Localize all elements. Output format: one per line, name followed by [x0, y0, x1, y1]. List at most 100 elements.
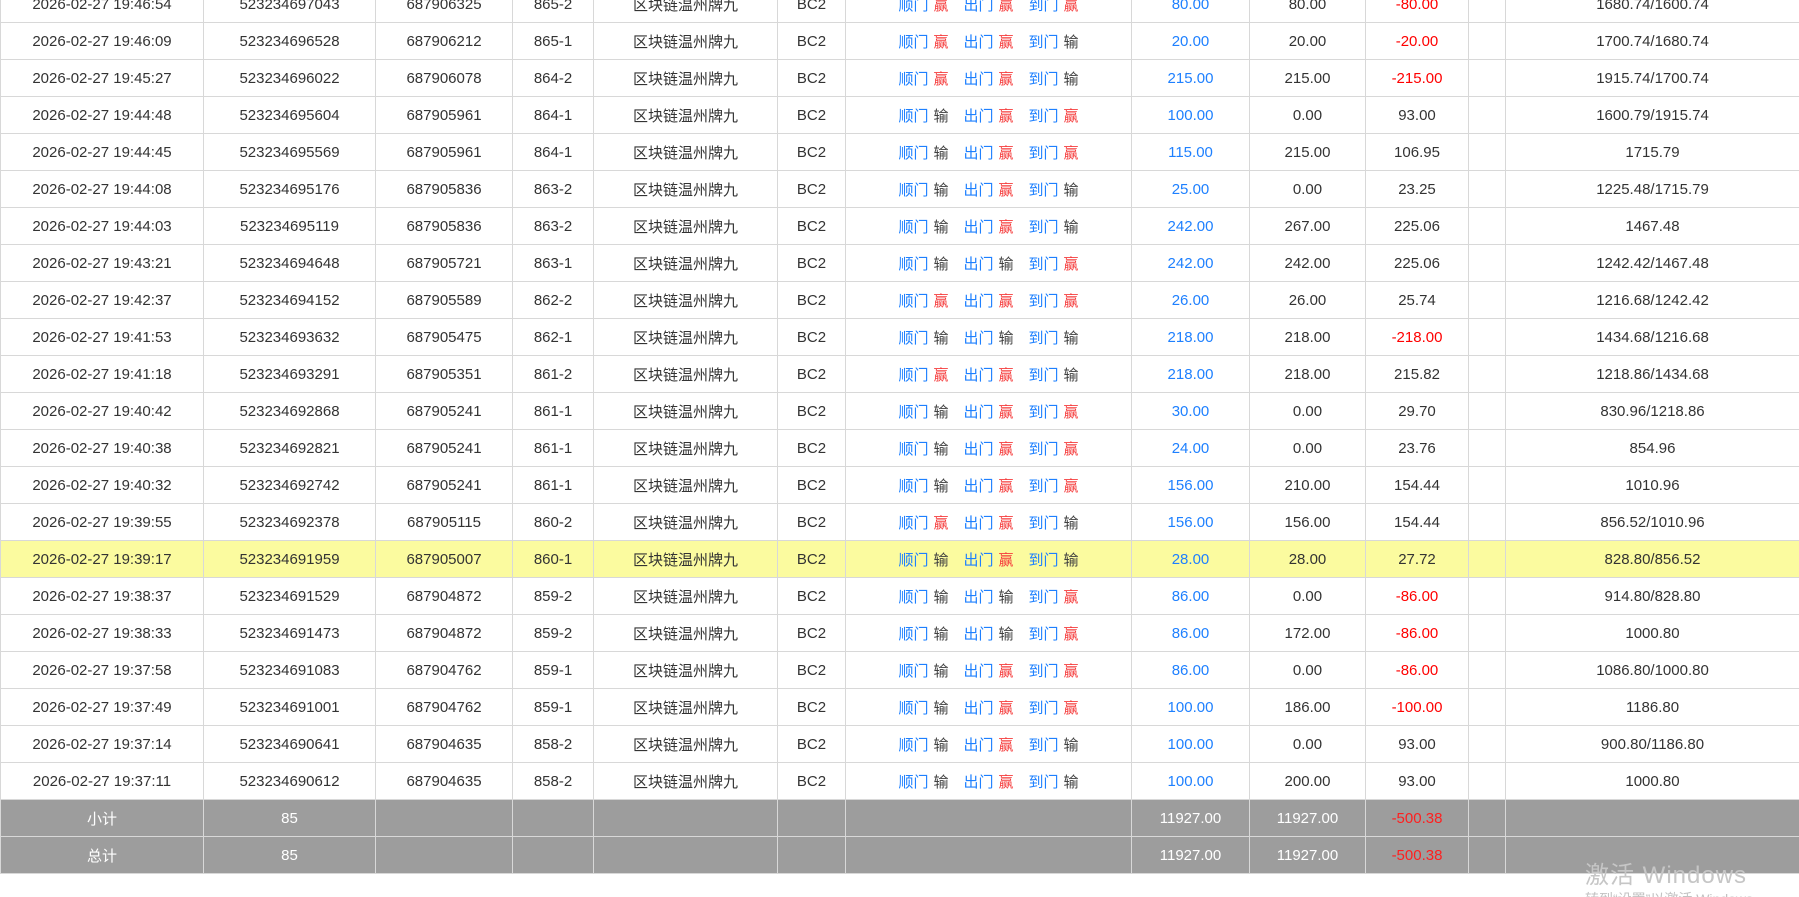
- cell-valid-amount: 186.00: [1250, 689, 1366, 726]
- gate-label: 出门: [963, 438, 993, 459]
- gate-result: 出门赢: [963, 512, 1013, 533]
- result-gates: 顺门输出门输到门赢: [898, 586, 1078, 607]
- cell-period: 861-2: [513, 356, 594, 393]
- cell-bet-number: 523234690641: [204, 726, 376, 763]
- gate-label: 到门: [1029, 364, 1059, 385]
- cell-game-name: 区块链温州牌九: [594, 615, 778, 652]
- cell-win-loss: 225.06: [1366, 208, 1469, 245]
- table-row[interactable]: 2026-02-27 19:40:42 523234692868 6879052…: [1, 393, 1799, 430]
- grand-total-amount: 11927.00: [1132, 837, 1250, 874]
- bet-history-table: 2026-02-27 19:46:54 523234697043 6879063…: [0, 0, 1799, 874]
- cell-result: 顺门输出门赢到门输: [846, 208, 1132, 245]
- cell-win-loss: 154.44: [1366, 504, 1469, 541]
- cell-win-loss: -218.00: [1366, 319, 1469, 356]
- cell-bet-amount: 100.00: [1132, 763, 1250, 800]
- empty-cell: [376, 800, 513, 837]
- table-row[interactable]: 2026-02-27 19:37:14 523234690641 6879046…: [1, 726, 1799, 763]
- outcome-win: 赢: [999, 475, 1014, 496]
- cell-game-name: 区块链温州牌九: [594, 504, 778, 541]
- cell-bet-amount: 26.00: [1132, 282, 1250, 319]
- gate-result: 到门输: [1029, 179, 1079, 200]
- empty-cell: [594, 800, 778, 837]
- cell-bet-number: 523234693291: [204, 356, 376, 393]
- gate-label: 到门: [1029, 438, 1059, 459]
- cell-period: 859-2: [513, 615, 594, 652]
- table-row[interactable]: 2026-02-27 19:44:08 523234695176 6879058…: [1, 171, 1799, 208]
- cell-result: 顺门输出门输到门赢: [846, 615, 1132, 652]
- cell-bet-time: 2026-02-27 19:37:14: [1, 726, 204, 763]
- gate-result: 出门赢: [963, 438, 1013, 459]
- table-row[interactable]: 2026-02-27 19:45:27 523234696022 6879060…: [1, 60, 1799, 97]
- table-row[interactable]: 2026-02-27 19:38:33 523234691473 6879048…: [1, 615, 1799, 652]
- gate-result: 顺门输: [898, 475, 948, 496]
- empty-cell: [513, 800, 594, 837]
- grand-total-row: 总计 85 11927.00 11927.00 -500.38: [1, 837, 1799, 874]
- cell-valid-amount: 218.00: [1250, 319, 1366, 356]
- gate-label: 出门: [963, 253, 993, 274]
- cell-win-loss: 23.25: [1366, 171, 1469, 208]
- table-row[interactable]: 2026-02-27 19:44:48 523234695604 6879059…: [1, 97, 1799, 134]
- gate-result: 出门赢: [963, 734, 1013, 755]
- cell-balance: 1242.42/1467.48: [1506, 245, 1799, 282]
- cell-game-name: 区块链温州牌九: [594, 578, 778, 615]
- table-row[interactable]: 2026-02-27 19:43:21 523234694648 6879057…: [1, 245, 1799, 282]
- cell-gap: [1469, 319, 1506, 356]
- gate-result: 顺门输: [898, 438, 948, 459]
- gate-result: 到门赢: [1029, 290, 1079, 311]
- table-row[interactable]: 2026-02-27 19:38:37 523234691529 6879048…: [1, 578, 1799, 615]
- gate-result: 到门赢: [1029, 105, 1079, 126]
- gate-result: 顺门输: [898, 549, 948, 570]
- cell-bet-time: 2026-02-27 19:44:03: [1, 208, 204, 245]
- outcome-win: 赢: [933, 290, 948, 311]
- cell-balance: 1218.86/1434.68: [1506, 356, 1799, 393]
- gate-result: 到门赢: [1029, 401, 1079, 422]
- cell-win-loss: 154.44: [1366, 467, 1469, 504]
- outcome-win: 赢: [1064, 623, 1079, 644]
- cell-gap: [1469, 393, 1506, 430]
- gate-result: 出门赢: [963, 31, 1013, 52]
- cell-table-code: BC2: [778, 504, 846, 541]
- table-row[interactable]: 2026-02-27 19:46:54 523234697043 6879063…: [1, 0, 1799, 23]
- table-row[interactable]: 2026-02-27 19:44:45 523234695569 6879059…: [1, 134, 1799, 171]
- gate-result: 顺门赢: [898, 512, 948, 533]
- table-row[interactable]: 2026-02-27 19:39:55 523234692378 6879051…: [1, 504, 1799, 541]
- table-row[interactable]: 2026-02-27 19:39:17 523234691959 6879050…: [1, 541, 1799, 578]
- outcome-win: 赢: [999, 179, 1014, 200]
- table-row[interactable]: 2026-02-27 19:46:09 523234696528 6879062…: [1, 23, 1799, 60]
- table-row[interactable]: 2026-02-27 19:41:18 523234693291 6879053…: [1, 356, 1799, 393]
- gate-label: 出门: [963, 105, 993, 126]
- cell-table-code: BC2: [778, 541, 846, 578]
- cell-bet-amount: 242.00: [1132, 208, 1250, 245]
- result-gates: 顺门输出门赢到门赢: [898, 660, 1078, 681]
- cell-table-code: BC2: [778, 726, 846, 763]
- gate-label: 到门: [1029, 31, 1059, 52]
- cell-bet-amount: 30.00: [1132, 393, 1250, 430]
- cell-game-name: 区块链温州牌九: [594, 467, 778, 504]
- table-row[interactable]: 2026-02-27 19:41:53 523234693632 6879054…: [1, 319, 1799, 356]
- table-row[interactable]: 2026-02-27 19:42:37 523234694152 6879055…: [1, 282, 1799, 319]
- table-row[interactable]: 2026-02-27 19:40:32 523234692742 6879052…: [1, 467, 1799, 504]
- outcome-win: 赢: [1064, 253, 1079, 274]
- cell-gap: [1469, 97, 1506, 134]
- outcome-win: 赢: [999, 401, 1014, 422]
- table-row[interactable]: 2026-02-27 19:37:11 523234690612 6879046…: [1, 763, 1799, 800]
- table-row[interactable]: 2026-02-27 19:37:58 523234691083 6879047…: [1, 652, 1799, 689]
- table-row[interactable]: 2026-02-27 19:44:03 523234695119 6879058…: [1, 208, 1799, 245]
- gate-label: 到门: [1029, 734, 1059, 755]
- outcome-win: 赢: [1064, 142, 1079, 163]
- gate-label: 顺门: [898, 697, 928, 718]
- cell-bet-amount: 20.00: [1132, 23, 1250, 60]
- cell-period: 862-1: [513, 319, 594, 356]
- outcome-win: 赢: [999, 512, 1014, 533]
- empty-cell: [846, 800, 1132, 837]
- cell-game-name: 区块链温州牌九: [594, 208, 778, 245]
- cell-bet-amount: 218.00: [1132, 356, 1250, 393]
- cell-round-number: 687904872: [376, 578, 513, 615]
- gate-result: 出门输: [963, 586, 1013, 607]
- cell-bet-amount: 218.00: [1132, 319, 1250, 356]
- table-row[interactable]: 2026-02-27 19:37:49 523234691001 6879047…: [1, 689, 1799, 726]
- cell-table-code: BC2: [778, 245, 846, 282]
- gate-label: 顺门: [898, 660, 928, 681]
- table-row[interactable]: 2026-02-27 19:40:38 523234692821 6879052…: [1, 430, 1799, 467]
- gate-label: 到门: [1029, 142, 1059, 163]
